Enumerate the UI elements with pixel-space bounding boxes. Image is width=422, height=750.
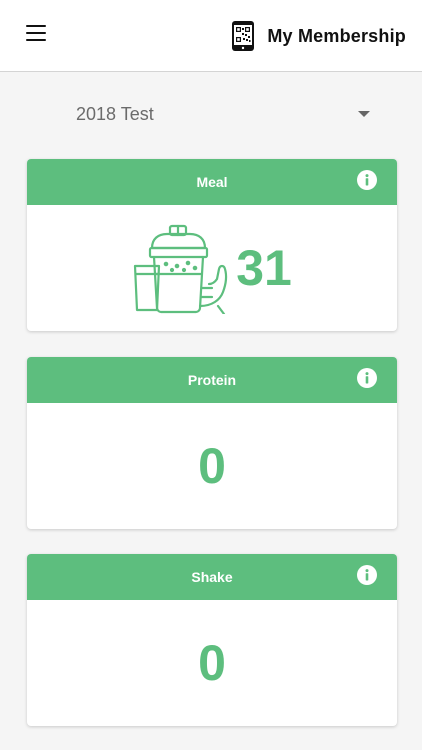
card-header: Shake xyxy=(27,554,397,600)
info-icon[interactable] xyxy=(357,368,377,388)
card-body: 0 xyxy=(27,600,397,726)
phone-qr-code-icon xyxy=(232,21,255,51)
program-selector-dropdown[interactable]: 2018 Test xyxy=(26,96,372,132)
card-title: Protein xyxy=(187,372,237,388)
meal-shake-cup-icon xyxy=(134,224,228,314)
card-header: Protein xyxy=(27,357,397,403)
top-bar: My Membership xyxy=(0,0,422,72)
card-body: 0 xyxy=(27,403,397,529)
protein-card: Protein 0 xyxy=(27,357,397,529)
info-icon[interactable] xyxy=(357,170,377,190)
card-title: Shake xyxy=(191,569,233,585)
selector-value: 2018 Test xyxy=(76,103,154,124)
my-membership-button[interactable]: My Membership xyxy=(231,20,406,52)
membership-label: My Membership xyxy=(267,25,406,46)
card-body: 31 xyxy=(27,205,397,331)
card-header: Meal xyxy=(27,159,397,205)
chevron-down-icon xyxy=(358,111,370,117)
shake-card: Shake 0 xyxy=(27,554,397,726)
protein-count: 0 xyxy=(198,438,226,494)
meal-count: 31 xyxy=(236,240,292,296)
meal-card: Meal 31 xyxy=(27,159,397,331)
shake-count: 0 xyxy=(198,635,226,691)
info-icon[interactable] xyxy=(357,565,377,585)
hamburger-menu-icon[interactable] xyxy=(26,25,46,41)
card-title: Meal xyxy=(196,174,228,190)
